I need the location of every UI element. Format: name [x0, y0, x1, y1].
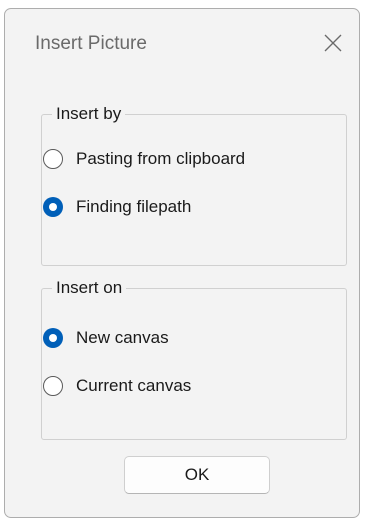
radio-finding-filepath[interactable]: Finding filepath	[43, 193, 191, 221]
insert-by-group: Insert by	[41, 103, 347, 266]
insert-picture-dialog: Insert Picture Insert by Pasting from cl…	[4, 8, 360, 518]
radio-pasting-from-clipboard[interactable]: Pasting from clipboard	[43, 145, 245, 173]
radio-checked-icon[interactable]	[43, 328, 63, 348]
ok-button[interactable]: OK	[124, 456, 270, 494]
radio-unchecked-icon[interactable]	[43, 149, 63, 169]
radio-label[interactable]: New canvas	[76, 328, 169, 348]
insert-by-legend: Insert by	[52, 103, 126, 125]
close-button[interactable]	[313, 23, 353, 63]
radio-new-canvas[interactable]: New canvas	[43, 324, 169, 352]
insert-on-group: Insert on	[41, 277, 347, 440]
close-icon	[324, 34, 342, 52]
radio-current-canvas[interactable]: Current canvas	[43, 372, 191, 400]
radio-label[interactable]: Current canvas	[76, 376, 191, 396]
dialog-title: Insert Picture	[35, 33, 147, 54]
radio-checked-icon[interactable]	[43, 197, 63, 217]
title-bar[interactable]: Insert Picture	[5, 9, 359, 75]
radio-label[interactable]: Finding filepath	[76, 197, 191, 217]
radio-label[interactable]: Pasting from clipboard	[76, 149, 245, 169]
insert-on-legend: Insert on	[52, 277, 127, 299]
radio-unchecked-icon[interactable]	[43, 376, 63, 396]
